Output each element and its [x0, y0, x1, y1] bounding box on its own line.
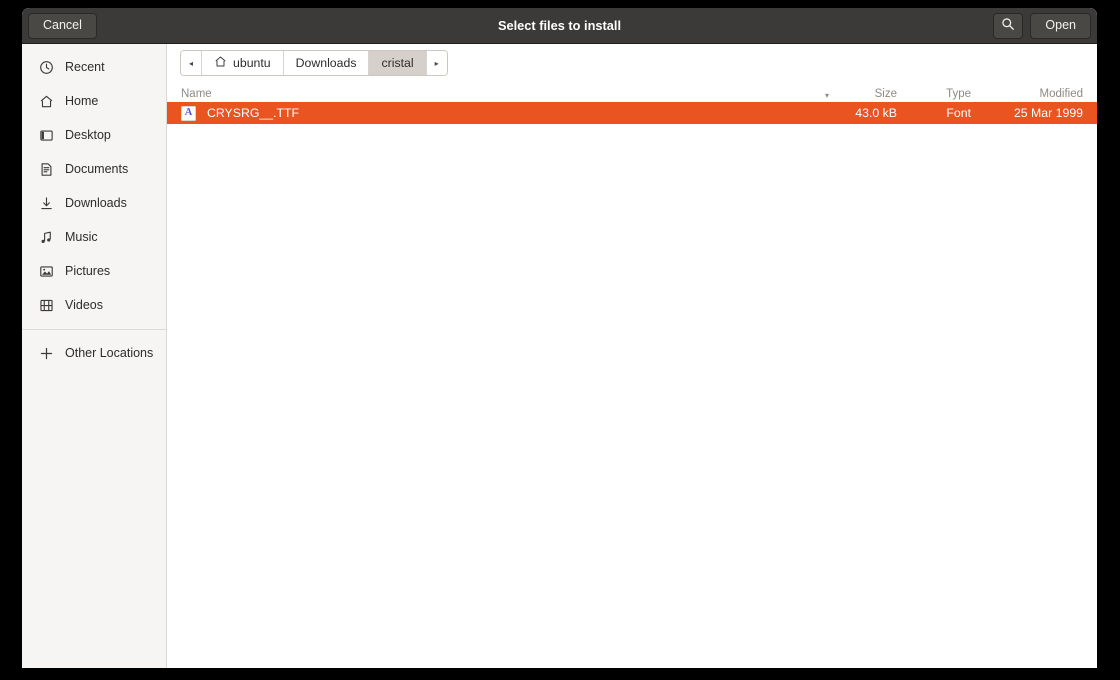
home-icon	[214, 55, 227, 71]
breadcrumb: ◂ ubuntu Downloads cristal ▸	[180, 50, 448, 76]
file-size-cell: 43.0 kB	[855, 106, 897, 120]
sidebar-item-label: Desktop	[65, 128, 111, 142]
open-button[interactable]: Open	[1030, 12, 1091, 39]
image-icon	[38, 263, 54, 279]
browser-pane: ◂ ubuntu Downloads cristal ▸ Name ▾ Size…	[167, 44, 1097, 668]
sidebar-item-label: Music	[65, 230, 98, 244]
sidebar-separator	[22, 329, 166, 330]
sidebar-item-music[interactable]: Music	[22, 220, 166, 254]
file-modified-cell: 25 Mar 1999	[1013, 106, 1083, 120]
chevron-left-icon: ◂	[189, 58, 194, 68]
download-icon	[38, 195, 54, 211]
file-name-label: CRYSRG__.TTF	[207, 106, 300, 120]
cancel-button[interactable]: Cancel	[28, 12, 97, 39]
sidebar-item-downloads[interactable]: Downloads	[22, 186, 166, 220]
breadcrumb-forward-button[interactable]: ▸	[426, 51, 447, 75]
breadcrumb-item-label: ubuntu	[233, 56, 271, 70]
places-sidebar: Recent Home Desktop Documents Downloads …	[22, 44, 167, 668]
column-header-size[interactable]: Size	[835, 88, 897, 100]
sidebar-item-other-locations[interactable]: Other Locations	[22, 336, 166, 370]
sidebar-item-label: Recent	[65, 60, 105, 74]
search-icon	[1001, 17, 1015, 34]
sidebar-item-pictures[interactable]: Pictures	[22, 254, 166, 288]
sort-descending-icon: ▾	[824, 91, 829, 100]
column-header-type[interactable]: Type	[897, 88, 971, 100]
sidebar-item-documents[interactable]: Documents	[22, 152, 166, 186]
open-button-label: Open	[1045, 18, 1076, 33]
plus-icon	[38, 345, 54, 361]
chevron-right-icon: ▸	[434, 58, 439, 68]
sidebar-item-desktop[interactable]: Desktop	[22, 118, 166, 152]
file-list[interactable]: A CRYSRG__.TTF 43.0 kB Font 25 Mar 1999	[167, 102, 1097, 668]
font-file-icon: A	[181, 105, 196, 121]
column-header-name[interactable]: Name	[181, 88, 819, 100]
breadcrumb-back-button[interactable]: ◂	[181, 51, 203, 75]
sidebar-item-label: Other Locations	[65, 346, 154, 360]
breadcrumb-item-downloads[interactable]: Downloads	[283, 51, 370, 75]
breadcrumb-item-label: Downloads	[295, 56, 357, 70]
font-icon-glyph: A	[184, 106, 193, 118]
breadcrumb-item-cristal[interactable]: cristal	[369, 51, 427, 75]
sidebar-item-label: Downloads	[65, 196, 127, 210]
sidebar-item-label: Documents	[65, 162, 129, 176]
file-type-cell: Font	[946, 106, 971, 120]
sidebar-item-label: Home	[65, 94, 99, 108]
cancel-button-label: Cancel	[43, 18, 82, 33]
sidebar-item-label: Pictures	[65, 264, 111, 278]
header-left-group: Cancel	[28, 12, 97, 39]
header-right-group: Open	[993, 12, 1091, 39]
file-name-cell: A CRYSRG__.TTF	[181, 105, 819, 121]
table-row[interactable]: A CRYSRG__.TTF 43.0 kB Font 25 Mar 1999	[167, 102, 1097, 124]
film-icon	[38, 297, 54, 313]
column-header-modified[interactable]: Modified	[971, 88, 1083, 100]
dialog-body: Recent Home Desktop Documents Downloads …	[22, 44, 1097, 668]
pathbar-container: ◂ ubuntu Downloads cristal ▸	[167, 44, 1097, 82]
desktop-icon	[38, 127, 54, 143]
header-bar: Cancel Select files to install Open	[22, 8, 1097, 44]
document-icon	[38, 161, 54, 177]
clock-icon	[38, 59, 54, 75]
sidebar-item-label: Videos	[65, 298, 103, 312]
file-chooser-dialog: Cancel Select files to install Open Rece…	[22, 8, 1097, 668]
breadcrumb-item-label: cristal	[381, 56, 414, 70]
music-note-icon	[38, 229, 54, 245]
home-icon	[38, 93, 54, 109]
sidebar-item-recent[interactable]: Recent	[22, 50, 166, 84]
breadcrumb-item-ubuntu[interactable]: ubuntu	[202, 51, 284, 75]
dialog-title: Select files to install	[497, 18, 622, 33]
column-headers: Name ▾ Size Type Modified	[167, 82, 1097, 102]
sidebar-item-videos[interactable]: Videos	[22, 288, 166, 322]
sidebar-item-home[interactable]: Home	[22, 84, 166, 118]
search-button[interactable]	[993, 12, 1024, 39]
